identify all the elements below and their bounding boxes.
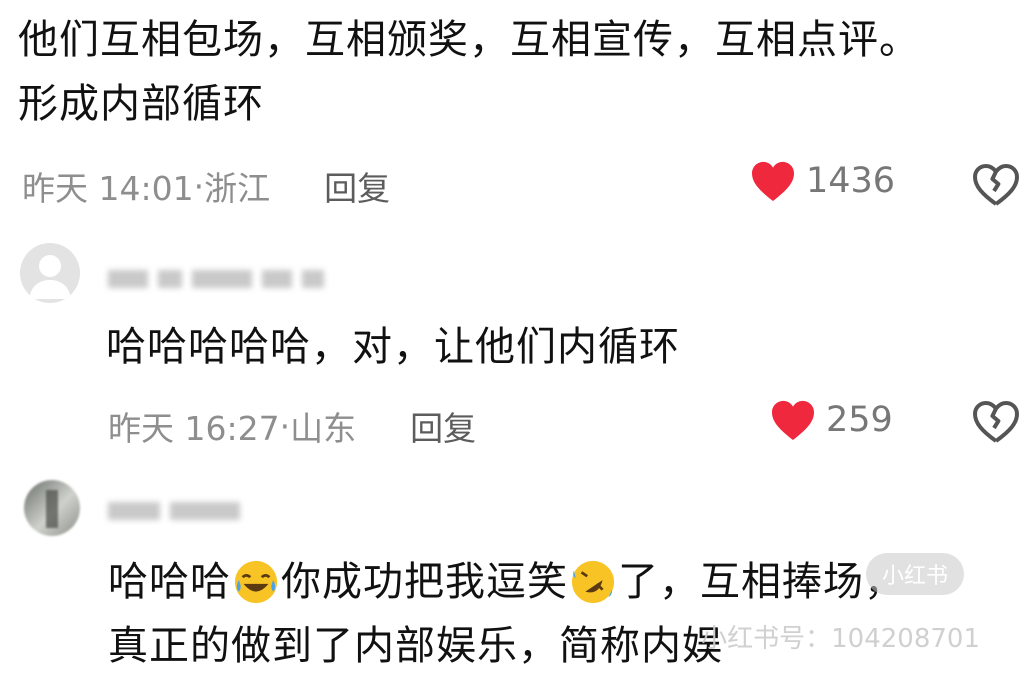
comment-text-segment: 哈哈哈 [108, 559, 231, 605]
like-count: 1436 [806, 161, 896, 201]
photo-avatar-icon [46, 490, 58, 528]
comment-time: 昨天 16:27 [108, 409, 280, 448]
reply-button[interactable]: 回复 [324, 162, 390, 210]
comment-text-line: 他们互相包场，互相颁奖，互相宣传，互相点评。 [18, 17, 920, 63]
dislike-broken-heart-icon[interactable] [972, 400, 1020, 444]
watermark-logo-badge: 小红书 [866, 553, 964, 595]
comment-1-meta: 昨天 14:01 · 浙江 回复 [22, 162, 390, 210]
avatar[interactable] [20, 243, 80, 303]
comment-time: 昨天 14:01 [22, 169, 194, 208]
watermark-id-text: 小红书号：104208701 [701, 624, 980, 654]
comment-3-text: 哈哈哈 你成功把我逗笑 了，互相捧场， 真正的做到了内部娱乐，简称内娱 [108, 550, 905, 678]
like-button[interactable]: 259 [770, 399, 893, 441]
reply-button[interactable]: 回复 [410, 402, 476, 450]
joy-emoji-icon [234, 560, 278, 604]
separator: · [279, 406, 291, 446]
comment-location: 浙江 [204, 169, 271, 208]
rofl-emoji-icon [571, 560, 615, 604]
username-blurred [108, 502, 240, 520]
comment-2-text: 哈哈哈哈哈，对，让他们内循环 [106, 315, 680, 379]
comment-1-text: 他们互相包场，互相颁奖，互相宣传，互相点评。 形成内部循环 [18, 8, 920, 136]
comment-location: 山东 [290, 409, 357, 448]
comment-text-segment: 你成功把我逗笑 [281, 559, 568, 605]
comment-text-segment: 了，互相捧场， [618, 559, 905, 605]
heart-icon [772, 400, 814, 441]
default-avatar-icon [29, 255, 71, 299]
comment-2-meta: 昨天 16:27 · 山东 回复 [108, 402, 476, 450]
separator: · [193, 166, 205, 206]
like-button[interactable]: 1436 [750, 160, 895, 202]
username-blurred [108, 270, 324, 288]
dislike-broken-heart-icon[interactable] [972, 163, 1020, 207]
comment-text-line: 形成内部循环 [18, 81, 264, 127]
comment-text-line: 哈哈哈 你成功把我逗笑 了，互相捧场， [108, 550, 905, 614]
heart-icon [752, 161, 794, 202]
avatar[interactable] [24, 480, 80, 536]
like-count: 259 [826, 400, 893, 440]
comment-text-line: 哈哈哈哈哈，对，让他们内循环 [106, 324, 680, 370]
